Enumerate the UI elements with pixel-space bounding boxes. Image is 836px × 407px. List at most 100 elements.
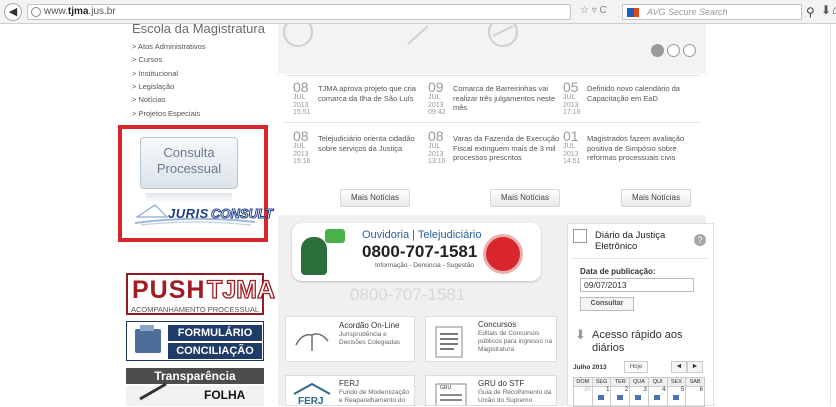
weekday-header: DOM [573,377,593,387]
page-scrollbar[interactable] [830,24,836,406]
push-tjma-banner[interactable]: PUSH TJMA ACOMPANHAMENTO PROCESSUAL [126,273,276,315]
calendar-day[interactable]: 6 [685,386,705,407]
pager-dot-2[interactable] [667,44,680,57]
news-title-1[interactable]: TJMA aprova projeto que cria comarca da … [318,84,428,103]
search-icon[interactable]: ⚲ [806,5,815,19]
home-icon[interactable]: ⌂ [832,3,836,17]
consultar-button[interactable]: Consultar [580,297,634,311]
folha-banner[interactable]: FOLHA [126,382,264,406]
calendar-day[interactable]: 1 [591,386,612,407]
gru-logo-text: GRU [440,385,452,391]
news-date-5: 08 JUL 2013 13:16 [428,128,446,165]
news-date-1: 08 JUL 2013 15:51 [293,79,311,116]
ferj-card[interactable]: FERJ FERJ Fundo de Modernização e Reapar… [285,375,415,406]
diario-icon [672,395,679,400]
news-mid-separator [285,122,700,123]
acordao-subtitle: Jurisprudência e Decisões Colegiadas [339,331,401,346]
diario-title[interactable]: Diário da Justiça Eletrônico [595,230,685,252]
url-prefix: www. [44,6,68,17]
ouvidoria-reflection: 0800-707-1581 [350,285,466,304]
mais-noticias-button-2[interactable]: Mais Notícias [490,189,560,207]
ouvidoria-banner[interactable]: Ouvidoria | Telejudiciário 0800-707-1581… [292,223,541,281]
ouvidoria-subtitle: Informação - Denúncia - Sugestão [375,262,474,269]
concursos-subtitle: Editais de Concursos públicos para ingre… [478,330,553,353]
ferj-logo-text: FERJ [298,396,324,406]
menu-item-legislacao[interactable]: > Legislação [132,82,174,91]
search-placeholder: AVG Secure Search [647,7,728,17]
weekday-header: SEG [591,377,612,387]
search-box[interactable]: AVG Secure Search [622,4,802,20]
diario-icon [635,395,642,400]
top-banner[interactable] [278,17,706,74]
arrow-down-icon: ⬇ [575,327,586,342]
diario-icon [616,395,623,400]
pager-dot-3[interactable] [683,44,696,57]
push-word: PUSH [132,276,206,304]
weekday-header: TER [610,377,631,387]
news-date-3: 05 JUL 2013 17:16 [563,79,581,116]
menu-item-noticias[interactable]: > Notícias [132,95,166,104]
gru-card[interactable]: GRU GRU do STF Guia de Recolhimento da U… [425,375,557,406]
folha-label: FOLHA [204,388,246,402]
calendar-month: Julho 2013 [573,364,607,371]
person-icon [301,237,327,275]
ouvidoria-title: Ouvidoria | Telejudiciário [362,229,482,241]
news-date-2: 09 JUL 2013 09:42 [428,79,446,116]
back-button[interactable]: ◀ [4,3,22,21]
download-icon[interactable]: ⬇ [821,3,831,17]
acesso-rapido-title: Acesso rápido aos diários [592,329,683,354]
hoje-button[interactable]: Hoje [624,361,648,373]
url-domain: tjma [67,6,89,17]
acordao-title: Acordão On-Line [339,321,400,330]
news-title-5[interactable]: Varas da Fazenda de Execução Fiscal exti… [453,134,563,163]
mais-noticias-button-1[interactable]: Mais Notícias [340,189,410,207]
juris-text: JURIS [168,206,209,221]
mais-noticias-button-3[interactable]: Mais Notícias [621,189,691,207]
scale-of-justice-icon [295,333,329,351]
weekday-header: SAB [685,377,705,387]
news-title-4[interactable]: Telejudiciário orienta cidadão sobre ser… [318,134,428,153]
menu-item-projetos[interactable]: > Projetos Especiais [132,109,200,118]
prev-month-button[interactable]: ◄ [671,361,687,373]
avg-logo-icon [627,8,639,17]
menu-item-atos[interactable]: > Atos Administrativos [132,42,206,51]
calendar-day[interactable]: 4 [647,386,668,407]
menu-item-institucional[interactable]: > Institucional [132,69,178,78]
help-icon[interactable]: ? [694,234,706,246]
menu-item-cursos[interactable]: > Cursos [132,55,162,64]
news-title-3[interactable]: Definido novo calendário da Capacitação … [587,84,697,103]
concursos-title: Concursos [478,320,517,329]
diario-icon [654,395,661,400]
consulta-processual-button[interactable]: Consulta Processual [140,137,238,189]
news-title-6[interactable]: Magistrados fazem avaliação positiva de … [587,134,697,163]
calendar-day: 30 [573,386,593,407]
publicacao-date-input[interactable]: 09/07/2013 [580,278,694,292]
acordao-card[interactable]: Acordão On-Line Jurisprudência e Decisõe… [285,316,415,362]
banner-decoration [283,17,518,47]
formulario-conciliacao-banner[interactable]: FORMULÁRIO CONCILIAÇÃO [126,321,264,361]
consulta-line1: Consulta [163,145,215,160]
address-bar[interactable]: www.tjma.jus.br [27,4,571,20]
document-icon [435,326,463,358]
telephone-icon [483,234,523,274]
news-top-separator [285,75,700,76]
calendar-day[interactable]: 3 [629,386,649,407]
bookmark-reload-icons[interactable]: ☆ ▿ C [580,5,607,16]
weekday-header: QUI [647,377,668,387]
pager-dot-1[interactable] [651,44,664,57]
url-suffix: .jus.br [88,6,116,17]
calendar-day[interactable]: 2 [610,386,631,407]
transparencia-header[interactable]: Transparência [126,368,264,384]
formulario-label: FORMULÁRIO [168,325,262,341]
news-title-2[interactable]: Comarca de Barreirinhas vai realizar trê… [453,84,563,113]
consult-text: CONSULT [211,206,274,222]
escola-title[interactable]: Escola da Magistratura [132,24,265,38]
news-date-4: 08 JUL 2013 15:16 [293,128,311,165]
gru-title: GRU do STF [478,379,525,388]
publicacao-label: Data de publicação: [580,267,656,276]
concursos-card[interactable]: Concursos Editais de Concursos públicos … [425,316,557,362]
push-subtitle: ACOMPANHAMENTO PROCESSUAL [130,305,260,314]
calendar-day[interactable]: 5 [666,386,687,407]
next-month-button[interactable]: ► [687,361,703,373]
gru-subtitle: Guia de Recolhimento da União do Supremo [478,389,552,404]
